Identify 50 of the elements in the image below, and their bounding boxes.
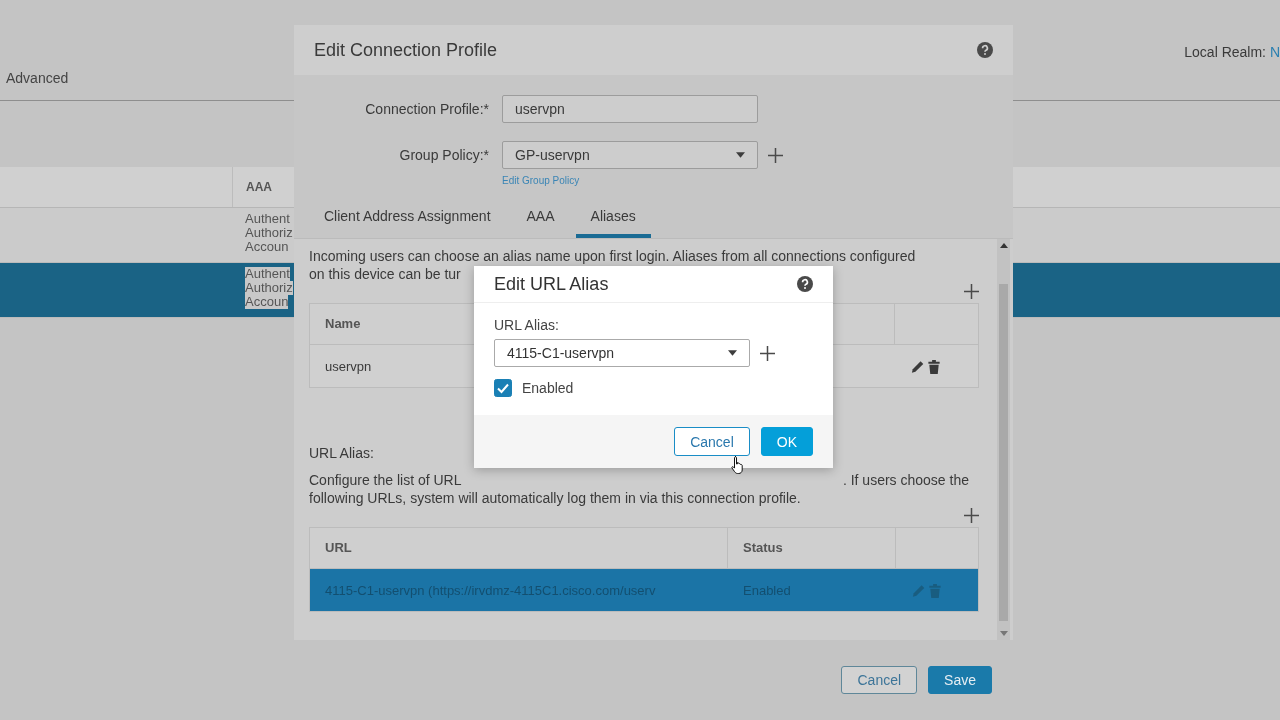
help-icon[interactable] [977, 42, 993, 58]
dialog-title: Edit Connection Profile [314, 39, 498, 61]
text-field[interactable]: uservpn [502, 95, 758, 123]
add-icon[interactable] [964, 283, 979, 299]
ok-button[interactable]: OK [760, 427, 813, 456]
cancel-button[interactable]: Cancel [674, 427, 750, 456]
add-icon[interactable] [964, 507, 979, 523]
field-label: Connection Profile:* [364, 100, 489, 119]
column-header: Status [728, 528, 896, 568]
checkbox-label: Enabled [522, 380, 574, 396]
description-text: . If users choose the [842, 471, 969, 489]
caret-icon [736, 152, 745, 158]
caret-icon [728, 350, 737, 356]
column-header: AAA [245, 179, 273, 196]
table-cell: Authent [245, 212, 290, 226]
realm-label: Local Realm: [1184, 44, 1266, 60]
help-icon[interactable] [797, 276, 813, 292]
table-cell: uservpn [325, 358, 372, 374]
description-text: Configure the list of URL [309, 471, 462, 489]
scroll-down-icon[interactable] [999, 631, 1008, 636]
dropdown[interactable]: 4115-C1-uservpn [494, 339, 750, 367]
table-cell: Accoun [245, 295, 289, 309]
tab[interactable]: AAA [526, 208, 555, 238]
add-icon[interactable] [760, 345, 775, 361]
table-cell: Authoriz [245, 281, 293, 295]
add-icon[interactable] [768, 147, 783, 163]
scrollbar[interactable] [997, 239, 1010, 640]
column-header: URL [310, 528, 728, 568]
save-button[interactable]: Save [928, 666, 992, 694]
table-cell: Accoun [245, 240, 289, 254]
field-label: Group Policy:* [398, 146, 489, 165]
table-row[interactable]: Authent Authoriz Accoun [0, 263, 294, 317]
intro-text: Incoming users can choose an alias name upon first login. Aliases from all connections configured [309, 247, 916, 265]
realm-link[interactable]: N [1269, 44, 1280, 60]
section-heading: URL Alias: [309, 445, 375, 461]
dropdown[interactable]: GP-uservpn [502, 141, 758, 169]
intro-text: on this device can be tur [309, 265, 461, 283]
page-tab[interactable]: Advanced [6, 70, 69, 100]
table-cell: Authoriz [245, 226, 293, 240]
table-cell: Authent [245, 267, 290, 281]
trash-icon[interactable] [927, 358, 941, 374]
dialog-title: Edit URL Alias [494, 273, 609, 295]
tab[interactable]: Client Address Assignment [324, 208, 491, 238]
table-row[interactable]: Authent Authoriz Accoun [0, 208, 294, 262]
edit-icon[interactable] [911, 358, 925, 374]
description-text: following URLs, system will automatically log them in via this connection profile. [309, 489, 801, 507]
scroll-up-icon[interactable] [999, 243, 1008, 248]
field-label: URL Alias: [494, 317, 560, 333]
cancel-button[interactable]: Cancel [841, 666, 918, 694]
checkbox[interactable] [494, 379, 512, 397]
